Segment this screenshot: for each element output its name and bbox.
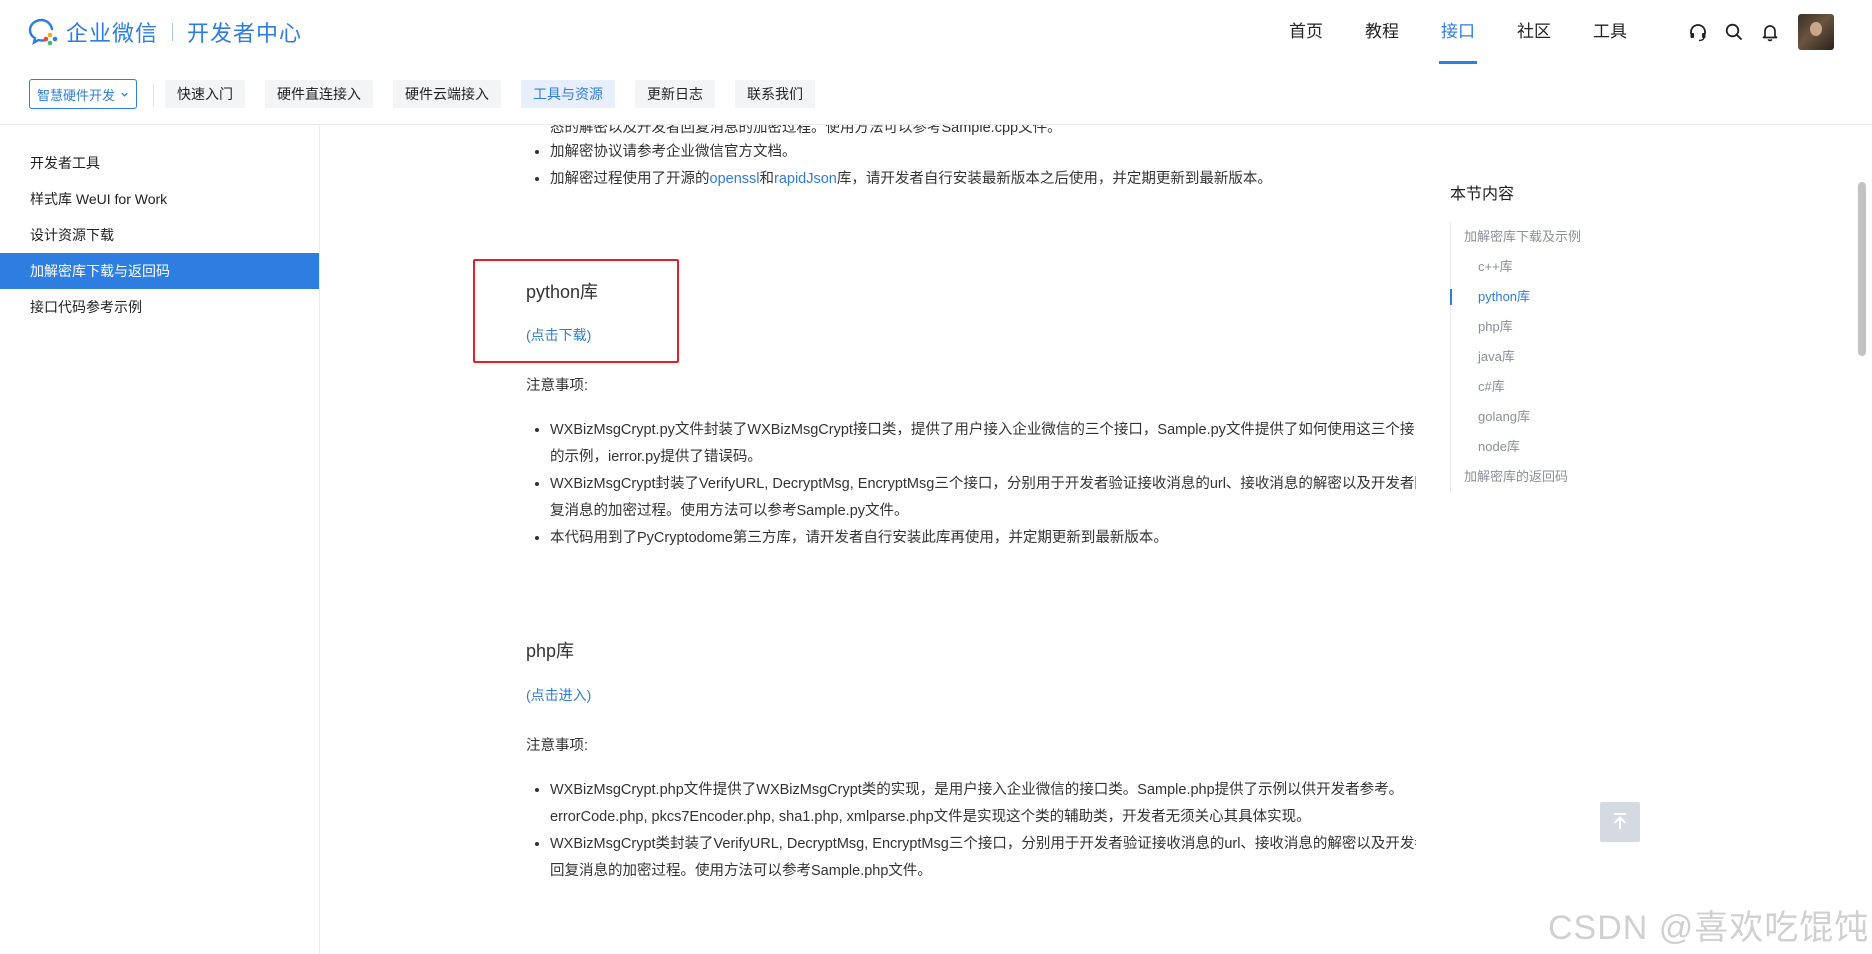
toc-item-cpp[interactable]: c++库 [1451, 252, 1650, 282]
toc-item-java[interactable]: java库 [1451, 342, 1650, 372]
sub-nav: 智慧硬件开发 快速入门 硬件直连接入 硬件云端接入 工具与资源 更新日志 联系我… [0, 64, 1872, 125]
tab-quick-start[interactable]: 快速入门 [165, 80, 245, 108]
top-header: 企业微信 开发者中心 首页 教程 接口 社区 工具 [0, 0, 1872, 65]
main-content: 态的解密以及开发者回复消息的加密过程。使用方法可以参考Sample.cpp文件。… [526, 125, 1416, 954]
top-bullet-list: 加解密协议请参考企业微信官方文档。 加解密过程使用了开源的openssl和rap… [526, 139, 1416, 193]
sidebar: 开发者工具 样式库 WeUI for Work 设计资源下载 加解密库下载与返回… [0, 125, 320, 954]
list-item: 本代码用到了PyCryptodome第三方库，请开发者自行安装此库再使用，并定期… [550, 525, 1416, 552]
openssl-link[interactable]: openssl [710, 171, 760, 187]
tab-changelog[interactable]: 更新日志 [635, 80, 715, 108]
sidebar-item-weui[interactable]: 样式库 WeUI for Work [0, 181, 319, 217]
toc-item-python[interactable]: python库 [1450, 282, 1650, 312]
sidebar-item-code-samples[interactable]: 接口代码参考示例 [0, 289, 319, 325]
main-nav: 首页 教程 接口 社区 工具 [1268, 0, 1648, 64]
toc-item-return-codes[interactable]: 加解密库的返回码 [1451, 462, 1650, 492]
toc-item-php[interactable]: php库 [1451, 312, 1650, 342]
nav-tutorials[interactable]: 教程 [1344, 0, 1420, 64]
php-heading: php库 [526, 641, 575, 661]
php-enter-link[interactable]: (点击进入) [526, 685, 591, 705]
header-tools [1680, 14, 1834, 50]
logo[interactable]: 企业微信 开发者中心 [28, 16, 302, 48]
toc-list: 加解密库下载及示例 c++库 python库 php库 java库 c#库 go… [1450, 222, 1650, 492]
tab-hardware-direct[interactable]: 硬件直连接入 [265, 80, 373, 108]
toc-item-crypto-download[interactable]: 加解密库下载及示例 [1451, 222, 1650, 252]
page-scrollbar[interactable] [1858, 182, 1866, 356]
python-bullet-list: WXBizMsgCrypt.py文件封装了WXBizMsgCrypt接口类，提供… [526, 417, 1416, 552]
nav-home[interactable]: 首页 [1268, 0, 1344, 64]
toc-title: 本节内容 [1450, 186, 1515, 203]
list-item-text: 库，请开发者自行安装最新版本之后使用，并定期更新到最新版本。 [836, 171, 1272, 187]
back-to-top-button[interactable] [1600, 802, 1640, 842]
php-note-label: 注意事项: [526, 738, 589, 754]
rapidjson-link[interactable]: rapidJson [774, 171, 837, 187]
list-item: 加解密协议请参考企业微信官方文档。 [550, 139, 1416, 166]
headset-icon[interactable] [1680, 14, 1716, 50]
logo-divider [172, 23, 174, 41]
list-item: WXBizMsgCrypt封装了VerifyURL, DecryptMsg, E… [550, 471, 1416, 525]
php-bullet-list: WXBizMsgCrypt.php文件提供了WXBizMsgCrypt类的实现，… [526, 777, 1416, 885]
tab-hardware-cloud[interactable]: 硬件云端接入 [393, 80, 501, 108]
nav-api[interactable]: 接口 [1420, 0, 1496, 64]
bell-icon[interactable] [1752, 14, 1788, 50]
list-item: WXBizMsgCrypt.py文件封装了WXBizMsgCrypt接口类，提供… [550, 417, 1416, 471]
toc-item-node[interactable]: node库 [1451, 432, 1650, 462]
arrow-up-icon [1609, 810, 1631, 835]
subnav-tabs: 快速入门 硬件直连接入 硬件云端接入 工具与资源 更新日志 联系我们 [165, 80, 835, 108]
tab-tools-resources[interactable]: 工具与资源 [521, 80, 615, 108]
nav-tools[interactable]: 工具 [1572, 0, 1648, 64]
sidebar-item-design-resources[interactable]: 设计资源下载 [0, 217, 319, 253]
toc-item-golang[interactable]: golang库 [1451, 402, 1650, 432]
avatar[interactable] [1798, 14, 1834, 50]
list-item: WXBizMsgCrypt.php文件提供了WXBizMsgCrypt类的实现，… [550, 777, 1416, 831]
list-item: 加解密过程使用了开源的openssl和rapidJson库，请开发者自行安装最新… [550, 166, 1416, 193]
table-of-contents: 本节内容 加解密库下载及示例 c++库 python库 php库 java库 c… [1450, 180, 1650, 492]
list-item: WXBizMsgCrypt类封装了VerifyURL, DecryptMsg, … [550, 831, 1416, 885]
list-item-text: 和 [759, 171, 774, 187]
sidebar-item-crypto-libs[interactable]: 加解密库下载与返回码 [0, 253, 319, 289]
chevron-down-icon [120, 87, 129, 102]
wecom-logo-icon [28, 17, 60, 47]
nav-community[interactable]: 社区 [1496, 0, 1572, 64]
brand-subtitle: 开发者中心 [187, 21, 303, 46]
watermark: CSDN @喜欢吃馄饨 [1548, 909, 1870, 947]
product-dropdown-label: 智慧硬件开发 [36, 87, 115, 103]
sidebar-item-dev-tools[interactable]: 开发者工具 [0, 145, 319, 181]
search-icon[interactable] [1716, 14, 1752, 50]
product-dropdown[interactable]: 智慧硬件开发 [29, 79, 137, 109]
subnav-divider [153, 84, 154, 106]
tab-contact[interactable]: 联系我们 [735, 80, 815, 108]
python-note-label: 注意事项: [526, 378, 589, 394]
toc-item-csharp[interactable]: c#库 [1451, 372, 1650, 402]
highlight-box [473, 259, 679, 363]
list-item-text: 加解密过程使用了开源的 [550, 171, 710, 187]
brand-name: 企业微信 [66, 21, 159, 46]
